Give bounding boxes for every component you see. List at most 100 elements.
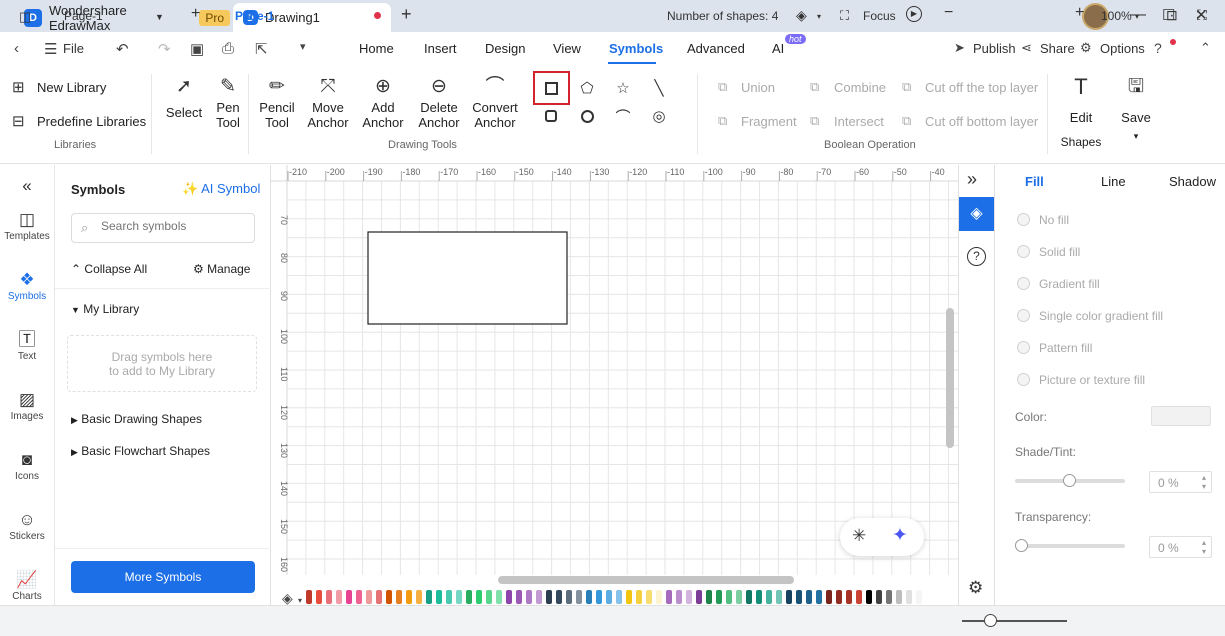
horizontal-scrollbar[interactable] bbox=[498, 576, 794, 584]
palette-swatch[interactable] bbox=[806, 590, 812, 604]
save-icon[interactable]: ▣ bbox=[190, 40, 204, 58]
cut-top-layer-button[interactable]: Cut off the top layer bbox=[925, 80, 1038, 95]
sidebar-item-images[interactable]: ▨ Images bbox=[0, 389, 54, 422]
page-select[interactable]: Page-1 bbox=[64, 9, 103, 23]
combine-button[interactable]: Combine bbox=[834, 80, 886, 95]
palette-swatch[interactable] bbox=[346, 590, 352, 604]
palette-swatch[interactable] bbox=[836, 590, 842, 604]
palette-swatch[interactable] bbox=[646, 590, 652, 604]
palette-swatch[interactable] bbox=[846, 590, 852, 604]
palette-swatch[interactable] bbox=[606, 590, 612, 604]
share-button[interactable]: Share bbox=[1040, 41, 1075, 56]
edit-shapes-button[interactable]: T Edit Shapes bbox=[1058, 76, 1104, 150]
palette-swatch[interactable] bbox=[786, 590, 792, 604]
palette-swatch[interactable] bbox=[726, 590, 732, 604]
more-symbols-button[interactable]: More Symbols bbox=[71, 561, 255, 593]
ai-assistant-button[interactable]: ✦ bbox=[892, 524, 908, 547]
export-icon[interactable]: ⇱ bbox=[255, 40, 268, 58]
add-page-button[interactable]: + bbox=[191, 5, 200, 23]
search-input[interactable] bbox=[101, 219, 251, 233]
palette-swatch[interactable] bbox=[746, 590, 752, 604]
palette-swatch[interactable] bbox=[676, 590, 682, 604]
transparency-value-input[interactable]: 0 % ▴ ▾ bbox=[1149, 536, 1212, 558]
layers-dropdown-icon[interactable]: ▾ bbox=[817, 12, 821, 21]
delete-anchor-button[interactable]: ⊖ Delete Anchor bbox=[415, 76, 463, 130]
palette-swatch[interactable] bbox=[906, 590, 912, 604]
undo-icon[interactable]: ↶ bbox=[116, 40, 129, 58]
sidebar-item-templates[interactable]: ◫ Templates bbox=[0, 209, 54, 242]
select-button[interactable]: ➚ Select bbox=[164, 76, 204, 120]
tab-insert[interactable]: Insert bbox=[424, 41, 457, 56]
palette-swatch[interactable] bbox=[546, 590, 552, 604]
drawn-rectangle-shape[interactable] bbox=[367, 231, 568, 325]
help-icon[interactable]: ? bbox=[1154, 40, 1162, 56]
palette-swatch[interactable] bbox=[406, 590, 412, 604]
convert-anchor-button[interactable]: ⌒ Convert Anchor bbox=[470, 76, 520, 130]
palette-swatch[interactable] bbox=[356, 590, 362, 604]
tab-design[interactable]: Design bbox=[485, 41, 525, 56]
zoom-slider-thumb[interactable] bbox=[984, 614, 997, 627]
solid-fill-radio[interactable] bbox=[1017, 245, 1030, 258]
options-button[interactable]: Options bbox=[1100, 41, 1145, 56]
ai-symbol-button[interactable]: ✨ AI Symbol bbox=[182, 181, 260, 197]
zoom-dropdown-icon[interactable]: ▾ bbox=[1135, 12, 1139, 21]
palette-swatch[interactable] bbox=[626, 590, 632, 604]
sidebar-item-charts[interactable]: 📈 Charts bbox=[0, 569, 54, 602]
tab-line[interactable]: Line bbox=[1101, 174, 1126, 189]
palette-swatch[interactable] bbox=[756, 590, 762, 604]
palette-swatch[interactable] bbox=[666, 590, 672, 604]
sidebar-item-text[interactable]: 🅃 Text bbox=[0, 329, 54, 362]
fill-panel-button[interactable]: ◈ bbox=[959, 197, 994, 231]
publish-button[interactable]: Publish bbox=[973, 41, 1016, 56]
shade-slider-thumb[interactable] bbox=[1063, 474, 1076, 487]
palette-swatch[interactable] bbox=[476, 590, 482, 604]
line-shape-button[interactable]: ╲ bbox=[648, 77, 670, 99]
help-panel-button[interactable]: ? bbox=[967, 247, 986, 266]
move-anchor-button[interactable]: ⤧ Move Anchor bbox=[306, 76, 350, 130]
manage-button[interactable]: ⚙ Manage bbox=[193, 262, 250, 276]
print-icon[interactable]: ⎙ bbox=[222, 40, 234, 57]
collapse-ribbon-icon[interactable]: ⌃ bbox=[1200, 40, 1211, 56]
palette-swatch[interactable] bbox=[516, 590, 522, 604]
vertical-scrollbar[interactable] bbox=[946, 308, 954, 448]
picture-fill-radio[interactable] bbox=[1017, 373, 1030, 386]
expand-panel-button[interactable]: » bbox=[967, 169, 977, 190]
sidebar-item-icons[interactable]: ◙ Icons bbox=[0, 449, 54, 482]
palette-swatch[interactable] bbox=[816, 590, 822, 604]
back-icon[interactable]: ‹ bbox=[14, 40, 19, 57]
palette-swatch[interactable] bbox=[436, 590, 442, 604]
predefine-libraries-button[interactable]: Predefine Libraries bbox=[37, 114, 146, 129]
ai-layout-button[interactable]: ✳ bbox=[852, 526, 866, 546]
search-box[interactable]: ⌕ bbox=[71, 213, 255, 243]
palette-swatch[interactable] bbox=[306, 590, 312, 604]
palette-swatch[interactable] bbox=[656, 590, 662, 604]
tab-fill[interactable]: Fill bbox=[1025, 174, 1044, 189]
color-swatch[interactable] bbox=[1151, 406, 1211, 426]
arc-shape-button[interactable]: ⌒ bbox=[612, 105, 634, 127]
layers-icon[interactable]: ◈ bbox=[796, 7, 807, 24]
transparency-slider-track[interactable] bbox=[1015, 544, 1125, 548]
hamburger-icon[interactable]: ☰ bbox=[44, 40, 57, 58]
tab-symbols[interactable]: Symbols bbox=[609, 41, 663, 56]
tab-home[interactable]: Home bbox=[359, 41, 394, 56]
palette-swatch[interactable] bbox=[426, 590, 432, 604]
palette-swatch[interactable] bbox=[446, 590, 452, 604]
palette-swatch[interactable] bbox=[366, 590, 372, 604]
zoom-slider-track[interactable] bbox=[962, 620, 1067, 622]
transparency-slider-thumb[interactable] bbox=[1015, 539, 1028, 552]
palette-swatch[interactable] bbox=[456, 590, 462, 604]
cut-bottom-layer-button[interactable]: Cut off bottom layer bbox=[925, 114, 1038, 129]
palette-swatch[interactable] bbox=[566, 590, 572, 604]
sidebar-item-symbols[interactable]: ❖ Symbols bbox=[0, 269, 54, 302]
pattern-fill-radio[interactable] bbox=[1017, 341, 1030, 354]
palette-swatch[interactable] bbox=[766, 590, 772, 604]
star-shape-button[interactable]: ☆ bbox=[612, 77, 634, 99]
palette-swatch[interactable] bbox=[316, 590, 322, 604]
fragment-button[interactable]: Fragment bbox=[741, 114, 797, 129]
palette-swatch[interactable] bbox=[376, 590, 382, 604]
page-panel-icon[interactable]: ◫ bbox=[19, 9, 31, 25]
union-button[interactable]: Union bbox=[741, 80, 775, 95]
palette-swatch[interactable] bbox=[536, 590, 542, 604]
spiral-shape-button[interactable]: ◎ bbox=[648, 105, 670, 127]
palette-swatch[interactable] bbox=[796, 590, 802, 604]
